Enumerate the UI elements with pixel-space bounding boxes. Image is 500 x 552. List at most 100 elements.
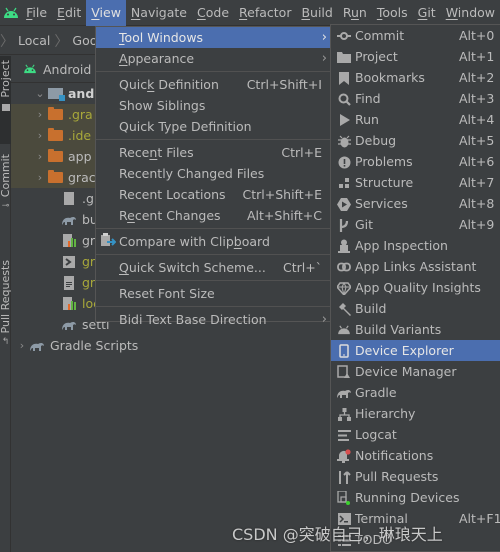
gradle-icon [62,216,76,225]
menu-code[interactable]: Code [192,0,234,26]
tool-window-stripe: Project Commit ⊸ Pull Requests ↰ [0,56,12,552]
text-file-icon [64,275,74,290]
menu-git[interactable]: Git [413,0,441,26]
script-file-icon [63,255,75,268]
menu-separator [96,254,330,255]
tool-window-item-commit[interactable]: Commit Alt+0 [331,25,500,46]
folder-icon [336,49,352,65]
menu-item-label: Reset Font Size [119,286,215,301]
menu-view[interactable]: View [86,0,126,26]
tool-window-item-app-links-assistant[interactable]: App Links Assistant [331,256,500,277]
chevron-right-icon[interactable]: › [33,150,47,163]
menu-item-tool-windows[interactable]: Tool Windows › [96,27,330,48]
tool-window-item-problems[interactable]: Problems Alt+6 [331,151,500,172]
logcat-icon [336,427,352,443]
menu-item-shortcut: Alt+9 [459,217,495,232]
folder-icon [47,107,63,120]
stripe-tab-commit[interactable]: Commit ⊸ [0,150,12,250]
menu-run[interactable]: Run [338,0,372,26]
android-icon [23,62,37,77]
tool-windows-submenu: Commit Alt+0 Project Alt+1 Bookmarks Alt+2 Fin… [330,24,500,552]
android-icon [336,322,352,338]
tree-item-label: grac [68,170,96,185]
menu-refactor[interactable]: Refactor [234,0,296,26]
menu-item-quick-type-definition[interactable]: Quick Type Definition [96,116,330,137]
chevron-right-icon: › [321,30,327,45]
tool-window-item-run[interactable]: Run Alt+4 [331,109,500,130]
menu-item-label: Appearance [119,51,195,66]
menu-item-shortcut: Ctrl+Shift+I [246,77,322,92]
menu-item-recently-changed-files[interactable]: Recently Changed Files [96,163,330,184]
menu-item-label: Quick Definition [119,77,219,92]
tool-window-item-notifications[interactable]: Notifications [331,445,500,466]
menu-item-compare-with-clipboard[interactable]: Compare with Clipboard [96,231,330,252]
tool-window-item-structure[interactable]: Structure Alt+7 [331,172,500,193]
menu-item-recent-files[interactable]: Recent Files Ctrl+E [96,142,330,163]
bookmark-icon [336,70,352,86]
menu-navigate[interactable]: Navigate [126,0,192,26]
module-folder-icon [47,88,65,101]
tool-window-item-pull-requests[interactable]: Pull Requests [331,466,500,487]
stripe-tab-pull-requests[interactable]: Pull Requests ↰ [0,256,12,376]
tool-window-item-build[interactable]: Build [331,298,500,319]
chevron-down-icon[interactable]: ⌄ [33,87,47,100]
menu-file[interactable]: File [21,0,52,26]
tool-window-item-gradle[interactable]: Gradle [331,382,500,403]
menu-separator [96,71,330,72]
menu-item-label: Gradle [355,385,397,400]
stripe-tab-project[interactable]: Project [0,56,12,144]
menu-edit[interactable]: Edit [52,0,86,26]
chevron-right-icon[interactable]: › [33,108,47,121]
tool-window-item-running-devices[interactable]: Running Devices [331,487,500,508]
tool-window-item-hierarchy[interactable]: Hierarchy [331,403,500,424]
chevron-right-icon[interactable]: › [33,129,47,142]
tool-window-item-bookmarks[interactable]: Bookmarks Alt+2 [331,67,500,88]
menu-tools[interactable]: Tools [372,0,413,26]
structure-icon [336,175,352,191]
tool-window-item-app-quality-insights[interactable]: App Quality Insights [331,277,500,298]
tool-window-item-git[interactable]: Git Alt+9 [331,214,500,235]
menu-item-bidi-text-base-direction[interactable]: Bidi Text Base Direction › [96,309,330,330]
menu-window[interactable]: Window [441,0,500,26]
menu-item-quick-switch-scheme[interactable]: Quick Switch Scheme... Ctrl+` [96,257,330,278]
menu-item-label: Services [355,196,408,211]
menu-build[interactable]: Build [296,0,337,26]
menu-item-shortcut: Alt+5 [459,133,495,148]
menu-item-recent-changes[interactable]: Recent Changes Alt+Shift+C [96,205,330,226]
menu-item-label: Debug [355,133,397,148]
chevron-right-icon[interactable]: › [33,171,47,184]
menu-item-label: App Links Assistant [355,259,477,274]
problems-icon [336,154,352,170]
properties-file-icon [63,233,76,247]
breadcrumb-local[interactable]: Local [14,33,54,48]
tool-window-item-debug[interactable]: Debug Alt+5 [331,130,500,151]
menu-item-label: Build [355,301,387,316]
menu-item-quick-definition[interactable]: Quick Definition Ctrl+Shift+I [96,74,330,95]
menu-item-shortcut: Alt+7 [459,175,495,190]
run-icon [336,112,352,128]
tool-window-item-project[interactable]: Project Alt+1 [331,46,500,67]
tool-window-item-device-manager[interactable]: Device Manager [331,361,500,382]
menubar: File Edit View Navigate Code Refactor Build Run… [0,0,500,26]
device-manager-icon [336,364,352,380]
menu-item-reset-font-size[interactable]: Reset Font Size [96,283,330,304]
tool-window-item-build-variants[interactable]: Build Variants [331,319,500,340]
chevron-right-icon[interactable]: › [15,339,29,352]
tool-window-item-services[interactable]: Services Alt+8 [331,193,500,214]
menu-item-label: Recent Locations [119,187,226,202]
tool-window-item-find[interactable]: Find Alt+3 [331,88,500,109]
menu-item-recent-locations[interactable]: Recent Locations Ctrl+Shift+E [96,184,330,205]
menu-item-show-siblings[interactable]: Show Siblings [96,95,330,116]
menu-item-shortcut: Alt+1 [459,49,495,64]
menu-item-appearance[interactable]: Appearance › [96,48,330,69]
tool-window-item-logcat[interactable]: Logcat [331,424,500,445]
services-icon [336,196,352,212]
tool-window-item-app-inspection[interactable]: App Inspection [331,235,500,256]
bell-icon [336,448,352,464]
menu-item-label: Bidi Text Base Direction [119,312,267,327]
menu-separator [96,280,330,281]
tool-window-item-device-explorer[interactable]: Device Explorer [331,340,500,361]
menu-item-label: App Inspection [355,238,448,253]
bug-icon [336,133,352,149]
tree-item[interactable]: › Gradle Scripts [11,335,331,356]
